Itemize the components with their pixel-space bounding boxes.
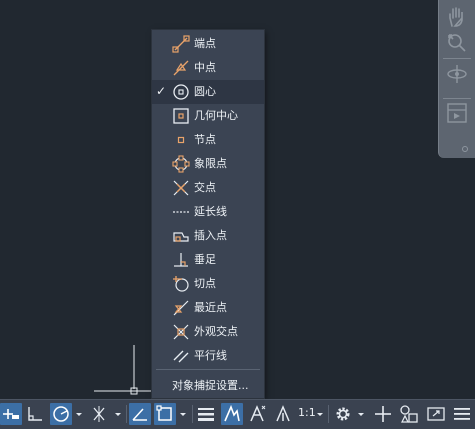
osnap-item-label: 交点 xyxy=(194,181,216,194)
osnap-settings-item[interactable]: 对象捕捉设置... xyxy=(152,372,264,396)
osnap-item-perpendicular[interactable]: 垂足 xyxy=(152,248,264,272)
osnap-item-tangent[interactable]: 切点 xyxy=(152,272,264,296)
chevron-down-icon xyxy=(76,413,82,416)
midpoint-icon xyxy=(172,59,190,77)
status-divider xyxy=(126,405,127,423)
osnap-item-label: 垂足 xyxy=(194,253,216,266)
perpendicular-icon xyxy=(172,251,190,269)
annotation-scale-button[interactable] xyxy=(272,403,294,425)
osnap-item-label: 插入点 xyxy=(194,229,227,242)
object-snap-tracking-icon xyxy=(132,408,147,421)
quadrant-icon xyxy=(172,155,190,173)
tangent-icon xyxy=(172,275,190,293)
osnap-item-label: 外观交点 xyxy=(194,325,238,338)
osnap-item-label: 端点 xyxy=(194,37,216,50)
object-snap-tracking-button[interactable] xyxy=(129,403,151,425)
isolate-objects-button[interactable] xyxy=(398,403,420,425)
osnap-item-label: 切点 xyxy=(194,277,216,290)
orbit-icon[interactable] xyxy=(445,63,469,85)
fullscreen-icon xyxy=(427,407,445,421)
plus-icon xyxy=(375,406,391,422)
intersection-icon xyxy=(172,179,190,197)
insertion-icon xyxy=(172,227,190,245)
osnap-settings-label: 对象捕捉设置... xyxy=(172,379,249,392)
geometric-center-icon xyxy=(172,107,190,125)
osnap-item-label: 延长线 xyxy=(194,205,227,218)
customization-menu-button[interactable] xyxy=(451,403,473,425)
apparent-intersection-icon xyxy=(172,323,190,341)
osnap-item-endpoint[interactable]: 端点 xyxy=(152,32,264,56)
osnap-item-parallel[interactable]: 平行线 xyxy=(152,344,264,368)
navbar-settings-icon[interactable] xyxy=(445,134,469,156)
osnap-item-nearest[interactable]: 最近点 xyxy=(152,296,264,320)
osnap-item-intersection[interactable]: 交点 xyxy=(152,176,264,200)
clean-screen-button[interactable] xyxy=(425,403,447,425)
osnap-item-label: 几何中心 xyxy=(194,109,238,122)
center-icon xyxy=(172,83,190,101)
ortho-icon xyxy=(28,407,42,421)
navigation-bar xyxy=(438,0,475,158)
object-snap-dropdown[interactable] xyxy=(177,403,189,425)
annotation-scale-icon xyxy=(224,404,240,422)
polar-tracking-icon xyxy=(53,406,69,422)
chevron-down-icon xyxy=(317,413,323,416)
osnap-item-label: 最近点 xyxy=(194,301,227,314)
chevron-down-icon xyxy=(115,413,121,416)
isodraft-icon xyxy=(93,406,105,422)
hamburger-menu-icon xyxy=(454,408,470,420)
annotation-monitor-button[interactable] xyxy=(372,403,394,425)
workspace-dropdown[interactable] xyxy=(355,403,367,425)
status-divider xyxy=(328,405,329,423)
isolate-objects-icon xyxy=(400,405,418,423)
annotation-visibility-button[interactable] xyxy=(221,403,243,425)
osnap-item-node[interactable]: 节点 xyxy=(152,128,264,152)
nearest-icon xyxy=(172,299,190,317)
extension-icon xyxy=(172,203,190,221)
isodraft-dropdown[interactable] xyxy=(112,403,124,425)
osnap-item-extension[interactable]: 延长线 xyxy=(152,200,264,224)
osnap-item-label: 中点 xyxy=(194,61,216,74)
parallel-icon xyxy=(172,347,190,365)
annotation-icon xyxy=(276,405,290,422)
auto-scale-button[interactable] xyxy=(247,403,269,425)
osnap-item-label: 平行线 xyxy=(194,349,227,362)
osnap-item-label: 节点 xyxy=(194,133,216,146)
workspace-switching-button[interactable] xyxy=(332,403,354,425)
ortho-button[interactable] xyxy=(24,403,46,425)
dynamic-input-button[interactable] xyxy=(0,403,22,425)
status-bar: 1:1 xyxy=(0,399,475,429)
status-divider xyxy=(192,405,193,423)
node-icon xyxy=(172,131,190,149)
osnap-item-label: 象限点 xyxy=(194,157,227,170)
auto-scale-icon xyxy=(250,405,266,422)
checkmark-icon: ✓ xyxy=(156,84,167,98)
chevron-down-icon xyxy=(180,413,186,416)
lineweight-icon xyxy=(198,408,214,421)
lineweight-button[interactable] xyxy=(195,403,217,425)
osnap-item-geometric-center[interactable]: 几何中心 xyxy=(152,104,264,128)
endpoint-icon xyxy=(172,35,190,53)
osnap-item-label: 圆心 xyxy=(194,85,216,98)
osnap-item-apparent-intersection[interactable]: 外观交点 xyxy=(152,320,264,344)
drawing-crosshair xyxy=(88,345,152,395)
osnap-item-quadrant[interactable]: 象限点 xyxy=(152,152,264,176)
polar-tracking-button[interactable] xyxy=(50,403,72,425)
gear-icon xyxy=(336,407,350,421)
object-snap-menu: 端点 中点 ✓ 圆心 几何中心 节点 象限点 交点 延长线 插入点 垂足 切点 … xyxy=(152,30,264,398)
zoom-extents-icon[interactable] xyxy=(445,32,469,54)
osnap-item-midpoint[interactable]: 中点 xyxy=(152,56,264,80)
osnap-item-insertion[interactable]: 插入点 xyxy=(152,224,264,248)
isodraft-button[interactable] xyxy=(88,403,110,425)
object-snap-icon xyxy=(156,405,172,421)
showmotion-icon[interactable] xyxy=(445,102,469,124)
polar-tracking-dropdown[interactable] xyxy=(73,403,85,425)
annotation-scale-dropdown[interactable] xyxy=(314,403,326,425)
pan-hand-icon[interactable] xyxy=(445,6,469,28)
dynamic-input-icon xyxy=(3,409,19,419)
menu-divider xyxy=(156,369,260,370)
osnap-item-center[interactable]: ✓ 圆心 xyxy=(152,80,264,104)
chevron-down-icon xyxy=(358,413,364,416)
object-snap-button[interactable] xyxy=(154,403,176,425)
